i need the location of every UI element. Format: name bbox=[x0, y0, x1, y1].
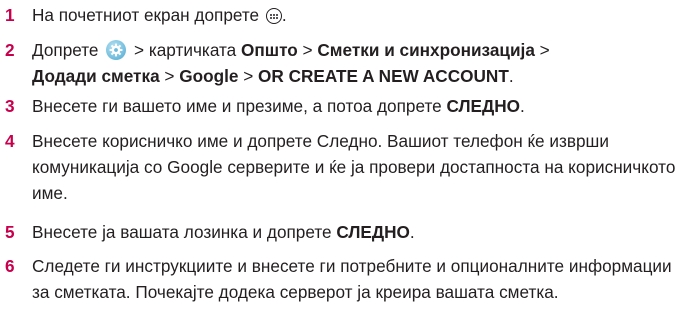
step-3: 3 Внесете ги вашето име и презиме, а пот… bbox=[5, 93, 687, 119]
next-label: СЛЕДНО bbox=[446, 96, 521, 116]
settings-gear-icon bbox=[106, 40, 127, 60]
step-5: 5 Внесете ја вашата лозинка и допрете СЛ… bbox=[5, 219, 687, 245]
step-2: 2 Допрете > картичката Општо > Сметки и … bbox=[5, 37, 687, 89]
step-number: 1 bbox=[5, 5, 15, 25]
tab-general: Општо bbox=[241, 40, 298, 60]
menu-google: Google bbox=[179, 66, 239, 86]
next-label: СЛЕДНО bbox=[336, 222, 410, 242]
step-number: 2 bbox=[5, 40, 15, 60]
menu-create-account: OR CREATE A NEW ACCOUNT bbox=[258, 66, 509, 86]
step-number: 6 bbox=[5, 256, 15, 276]
step-text: Внесете корисничко име и допрете Следно.… bbox=[32, 131, 676, 203]
step-text: Следете ги инструкциите и внесете ги пот… bbox=[32, 256, 672, 302]
step-number: 4 bbox=[5, 131, 15, 151]
apps-icon bbox=[265, 8, 282, 24]
step-number: 3 bbox=[5, 96, 15, 116]
step-number: 5 bbox=[5, 222, 15, 242]
step-6: 6 Следете ги инструкциите и внесете ги п… bbox=[5, 253, 687, 305]
step-1: 1 На почетниот екран допрете . bbox=[5, 2, 687, 28]
menu-accounts-sync: Сметки и синхронизација bbox=[317, 40, 535, 60]
menu-add-account: Додади сметка bbox=[32, 66, 160, 86]
instruction-steps: 1 На почетниот екран допрете . 2 Допрете… bbox=[0, 0, 691, 330]
step-text: На почетниот екран допрете bbox=[32, 5, 260, 25]
step-4: 4 Внесете корисничко име и допрете Следн… bbox=[5, 128, 687, 206]
